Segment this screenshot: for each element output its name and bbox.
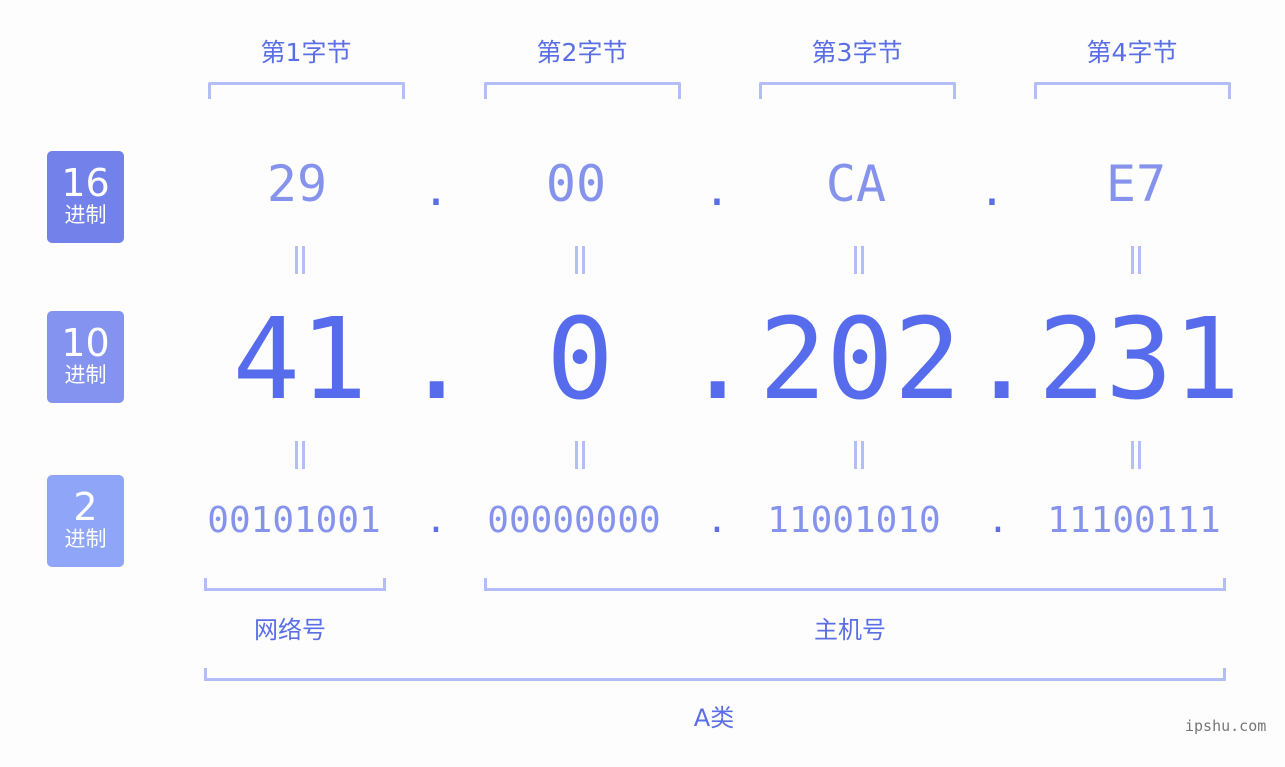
equals-sign bbox=[849, 441, 869, 475]
byte-bracket-3 bbox=[759, 82, 956, 99]
host-label: 主机号 bbox=[814, 616, 886, 644]
byte-header-1: 第1字节 bbox=[260, 38, 352, 67]
network-label: 网络号 bbox=[254, 616, 326, 644]
hex-separator-1: . bbox=[422, 165, 450, 216]
equals-sign bbox=[570, 441, 590, 475]
equals-sign bbox=[290, 441, 310, 475]
hex-byte-1: 29 bbox=[266, 155, 328, 213]
bin-badge-label: 进制 bbox=[64, 527, 107, 551]
equals-sign bbox=[1126, 441, 1146, 475]
bin-byte-2: 00000000 bbox=[487, 500, 661, 541]
byte-header-3: 第3字节 bbox=[811, 38, 903, 67]
hex-byte-4: E7 bbox=[1105, 155, 1167, 213]
byte-bracket-4 bbox=[1034, 82, 1231, 99]
hex-byte-2: 00 bbox=[545, 155, 607, 213]
bin-badge-number: 2 bbox=[73, 485, 98, 529]
byte-header-2: 第2字节 bbox=[536, 38, 628, 67]
equals-sign bbox=[849, 246, 869, 280]
dec-badge: 10 进制 bbox=[47, 311, 124, 403]
dec-byte-1: 41 bbox=[232, 295, 368, 425]
class-label: A类 bbox=[693, 704, 735, 732]
dec-byte-2: 0 bbox=[546, 295, 614, 425]
hex-separator-3: . bbox=[978, 165, 1006, 216]
bin-byte-3: 11001010 bbox=[767, 500, 941, 541]
equals-sign bbox=[570, 246, 590, 280]
dec-byte-4: 231 bbox=[1037, 295, 1241, 425]
hex-badge: 16 进制 bbox=[47, 151, 124, 243]
byte-bracket-1 bbox=[208, 82, 405, 99]
site-watermark: ipshu.com bbox=[1185, 717, 1267, 735]
dec-byte-3: 202 bbox=[758, 295, 962, 425]
byte-bracket-2 bbox=[484, 82, 681, 99]
bin-badge: 2 进制 bbox=[47, 475, 124, 567]
class-bracket bbox=[204, 668, 1226, 681]
bin-separator-2: . bbox=[706, 500, 728, 541]
hex-separator-2: . bbox=[703, 165, 731, 216]
bin-separator-1: . bbox=[425, 500, 447, 541]
network-bracket bbox=[204, 578, 386, 591]
hex-badge-number: 16 bbox=[61, 161, 110, 205]
bin-byte-1: 00101001 bbox=[207, 500, 381, 541]
bin-separator-3: . bbox=[987, 500, 1009, 541]
hex-badge-label: 进制 bbox=[64, 203, 107, 227]
hex-byte-3: CA bbox=[825, 155, 887, 213]
equals-sign bbox=[1126, 246, 1146, 280]
byte-header-4: 第4字节 bbox=[1086, 38, 1178, 67]
dec-badge-label: 进制 bbox=[64, 363, 107, 387]
bin-byte-4: 11100111 bbox=[1047, 500, 1221, 541]
dec-badge-number: 10 bbox=[61, 321, 110, 365]
equals-sign bbox=[290, 246, 310, 280]
host-bracket bbox=[484, 578, 1226, 591]
